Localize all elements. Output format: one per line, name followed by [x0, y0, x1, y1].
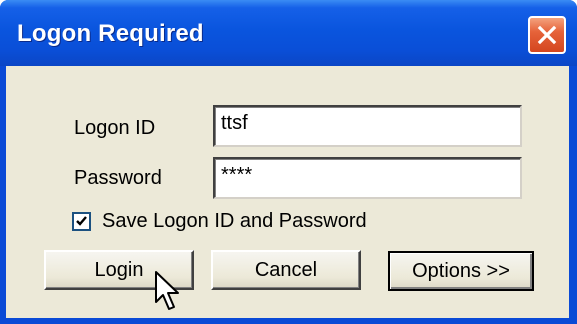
save-logon-label[interactable]: Save Logon ID and Password	[102, 210, 367, 233]
dialog-body: Logon ID ttsf Password **** Save Logon I…	[6, 66, 569, 318]
save-logon-checkbox[interactable]	[72, 212, 91, 231]
window-title: Logon Required	[17, 20, 204, 47]
dialog-window: Logon Required Logon ID ttsf Password **…	[0, 0, 577, 324]
checkmark-icon	[76, 216, 87, 226]
password-field[interactable]: ****	[213, 157, 522, 199]
cancel-button[interactable]: Cancel	[211, 250, 361, 290]
arrow-cursor-icon	[155, 271, 179, 310]
close-icon	[537, 25, 557, 45]
logon-id-label: Logon ID	[74, 117, 156, 139]
options-button[interactable]: Options >>	[388, 251, 534, 291]
logon-id-field[interactable]: ttsf	[213, 105, 522, 147]
password-label: Password	[74, 167, 162, 189]
close-button[interactable]	[528, 16, 566, 54]
title-bar[interactable]: Logon Required	[0, 0, 577, 66]
